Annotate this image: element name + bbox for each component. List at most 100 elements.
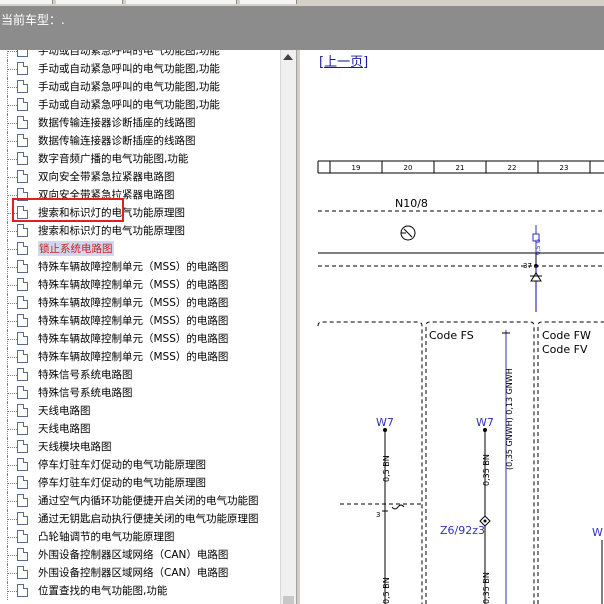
scroll-up-arrow-icon[interactable] [283,54,293,60]
tree-connector [7,330,17,348]
document-icon [17,134,28,147]
pin-label: 3 [376,511,380,519]
tree-item[interactable]: 手动或自动紧急呼叫的电气功能图,功能 [0,96,280,114]
toolbar-tab[interactable] [126,0,237,4]
tree-item-label: 特殊车辆故障控制单元（MSS）的电路图 [38,315,229,327]
tree-item-label: 数字音频广播的电气功能图,功能 [38,153,189,165]
tree-item-label: 数据传输连接器诊断插座的线路图 [38,135,196,147]
tree-item[interactable]: 特殊信号系统电路图 [0,384,280,402]
tree-connector [7,222,17,240]
tree-item[interactable]: 搜索和标识灯的电气功能原理图 [0,222,280,240]
tree-item[interactable]: 特殊车辆故障控制单元（MSS）的电路图 [0,348,280,366]
tree-item[interactable]: 双向安全带紧急拉紧器电路图 [0,168,280,186]
tree-item[interactable]: 特殊车辆故障控制单元（MSS）的电路图 [0,294,280,312]
tree-item[interactable]: 停车灯驻车灯促动的电气功能原理图 [0,456,280,474]
tree-item[interactable]: 位置查找的电气功能图,功能 [0,582,280,600]
selection-highlight [12,198,124,222]
tree-item-label: 锁止系统电路图 [38,241,114,256]
tree-item[interactable]: 特殊车辆故障控制单元（MSS）的电路图 [0,276,280,294]
tree-connector [7,168,17,186]
document-icon [17,98,28,111]
tree-connector [7,510,17,528]
wiring-diagram: 19 20 21 22 23 N10/8 0,5 G 37 Code FS Co… [317,160,604,604]
toolbar-tab[interactable] [56,0,123,4]
tree-item[interactable]: 特殊信号系统电路图 [0,366,280,384]
tree-item-label: 双向安全带紧急拉紧器电路图 [38,171,175,183]
tree-item-label: 数据传输连接器诊断插座的线路图 [38,117,196,129]
tree-item[interactable]: 天线电路图 [0,402,280,420]
tree-connector [7,420,17,438]
tree-item-label: 通过无钥匙启动执行便捷关闭的电气功能原理图 [38,513,259,525]
wire-label: (0,35 GNWH) 0,13 GNWH [505,368,514,470]
splice-label: Z6/92z3 [440,524,485,537]
tree-item-label: 手动或自动紧急呼叫的电气功能图,功能 [38,63,220,75]
tree-item[interactable]: 锁止系统电路图 [0,240,280,258]
tree-item-label: 手动或自动紧急呼叫的电气功能图,功能 [38,81,220,93]
wire-label: 0,35 BN [482,454,491,486]
grid-number: 19 [352,164,361,172]
tree-connector [7,294,17,312]
tree-item[interactable]: 特殊车辆故障控制单元（MSS）的电路图 [0,312,280,330]
tree-item-label: 手动或自动紧急呼叫的电气功能图,功能 [38,99,220,111]
document-icon [17,62,28,75]
tree-connector [7,456,17,474]
wire-label: 0,5 G [535,239,542,255]
tree-connector [7,60,17,78]
tree-item-label: 特殊车辆故障控制单元（MSS）的电路图 [38,261,229,273]
document-icon [17,566,28,579]
tree-item[interactable]: 天线模块电路图 [0,438,280,456]
wire-label: 0,5 BN [382,455,391,482]
tree-item[interactable]: 数字音频广播的电气功能图,功能 [0,150,280,168]
tree-connector [7,528,17,546]
tree-item[interactable]: 特殊车辆故障控制单元（MSS）的电路图 [0,258,280,276]
document-icon [17,116,28,129]
ground-w7-left[interactable]: W7 0,5 BN 3 0,5 BN [340,416,422,604]
tree-item[interactable]: 通过无钥匙启动执行便捷关闭的电气功能原理图 [0,510,280,528]
grid-number: 23 [560,164,569,172]
document-icon [17,476,28,489]
diagram-viewer: [上一页] 19 20 21 22 23 N10/8 0,5 G 37 Code… [300,50,604,604]
grid-number: 20 [404,164,413,172]
document-icon [17,314,28,327]
tree-item[interactable]: 凸轮轴调节的电气功能原理图 [0,528,280,546]
ground-label: W [592,526,603,539]
document-icon [17,512,28,525]
scrollbar-thumb[interactable] [283,596,294,604]
wire-gnwh[interactable]: (0,35 GNWH) 0,13 GNWH [502,330,514,604]
tree-connector [7,276,17,294]
tree-item-label: 特殊信号系统电路图 [38,369,133,381]
document-icon [17,260,28,273]
tree-item[interactable]: 停车灯驻车灯促动的电气功能原理图 [0,474,280,492]
document-icon [17,332,28,345]
component-n10-8[interactable]: N10/8 0,5 G 37 [318,197,604,312]
document-icon [17,386,28,399]
document-icon [17,404,28,417]
toolbar-tab[interactable] [0,0,53,4]
tree-item[interactable]: 手动或自动紧急呼叫的电气功能图,功能 [0,78,280,96]
tree-item[interactable]: 数据传输连接器诊断插座的线路图 [0,114,280,132]
tree-item[interactable]: 外围设备控制器区域网络（CAN）电路图 [0,564,280,582]
tree-connector [7,546,17,564]
tree-connector [7,474,17,492]
ground-label: W7 [376,416,394,429]
tree-scrollbar[interactable] [280,50,296,604]
tree-item[interactable]: 外围设备控制器区域网络（CAN）电路图 [0,546,280,564]
header-bar: 当前车型：. [0,6,604,50]
document-icon [17,278,28,291]
tree-connector [7,438,17,456]
toolbar-tab[interactable] [240,0,297,4]
tree-item-label: 位置查找的电气功能图,功能 [38,585,168,597]
tree-item[interactable]: 特殊车辆故障控制单元（MSS）的电路图 [0,330,280,348]
tree-item[interactable]: 通过空气内循环功能便捷开启关闭的电气功能图 [0,492,280,510]
wire-label: 0,5 BN [382,577,391,604]
tree-connector [7,384,17,402]
tree-item[interactable]: 天线电路图 [0,420,280,438]
tree-item[interactable]: 手动或自动紧急呼叫的电气功能图,功能 [0,50,280,60]
ground-w7-middle[interactable]: W7 0,35 BN Z6/92z3 0,35 BN [440,416,494,604]
component-label: N10/8 [395,197,428,210]
tree-item[interactable]: 手动或自动紧急呼叫的电气功能图,功能 [0,60,280,78]
document-icon [17,152,28,165]
tree-item[interactable]: 数据传输连接器诊断插座的线路图 [0,132,280,150]
tree-connector [7,582,17,600]
ground-w-right[interactable]: W [592,526,603,604]
